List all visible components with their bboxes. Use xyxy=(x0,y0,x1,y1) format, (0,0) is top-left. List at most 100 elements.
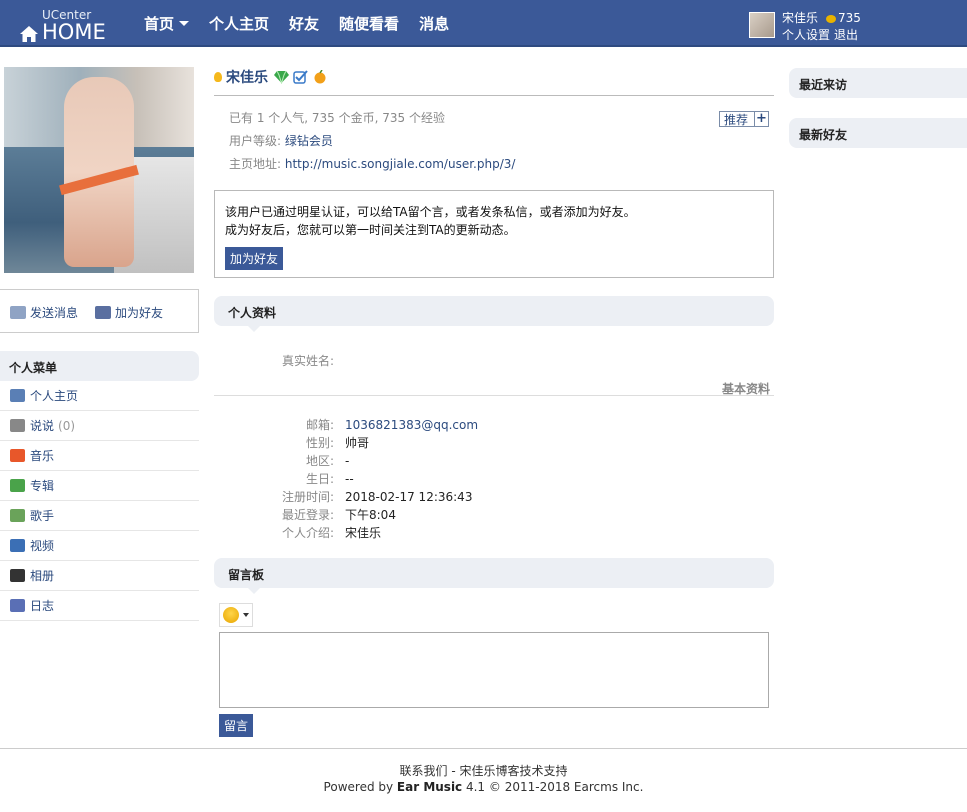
logout-link[interactable]: 退出 xyxy=(834,28,858,42)
divider xyxy=(214,95,774,96)
menu-item-photos[interactable]: 相册 xyxy=(0,561,199,591)
logo-home-text: HOME xyxy=(42,20,106,44)
menu-item-label: 说说 xyxy=(30,419,55,433)
section-title-label: 个人资料 xyxy=(228,306,277,320)
field-register-time: 注册时间: 2018-02-17 12:36:43 xyxy=(214,488,473,505)
profile-actions: 发送消息 加为好友 xyxy=(0,289,199,333)
menu-item-music[interactable]: 音乐 xyxy=(0,441,199,471)
avatar[interactable] xyxy=(749,12,775,38)
homepage-link[interactable]: http://music.songjiale.com/user.php/3/ xyxy=(285,157,516,171)
recommend-button[interactable]: 推荐 + xyxy=(719,111,769,127)
ucenter-home-logo[interactable]: UCenter HOME xyxy=(19,8,139,44)
chevron-down-icon xyxy=(179,21,190,26)
profile-stats: 已有 1 个人气, 735 个金币, 735 个经验 xyxy=(229,111,445,125)
home-icon xyxy=(10,389,25,402)
personal-info-title: 个人资料 xyxy=(214,296,774,332)
product-name[interactable]: Ear Music xyxy=(397,780,462,794)
add-friend-link[interactable]: 加为好友 xyxy=(95,304,163,321)
footer-links: 联系我们 - 宋佳乐博客技术支持 xyxy=(0,762,967,779)
add-friend-icon xyxy=(95,306,111,319)
send-message-label: 发送消息 xyxy=(30,306,79,320)
nav-browse[interactable]: 随便看看 xyxy=(339,13,399,34)
send-message-button[interactable]: 发送消息 xyxy=(10,304,78,321)
footer-divider xyxy=(0,748,967,749)
field-birthday: 生日: -- xyxy=(214,470,354,487)
nav-messages[interactable]: 消息 xyxy=(419,13,449,34)
verified-notice: 该用户已通过明星认证，可以给TA留个言，或者发条私信，或者添加为好友。 成为好友… xyxy=(214,190,774,278)
nav-home[interactable]: 首页 xyxy=(144,13,190,34)
nav-friends[interactable]: 好友 xyxy=(289,13,319,34)
field-value: -- xyxy=(345,472,354,486)
powered-prefix: Powered by xyxy=(323,780,397,794)
contact-link[interactable]: 联系我们 xyxy=(400,764,448,778)
video-icon xyxy=(10,539,25,552)
field-label: 生日: xyxy=(305,472,334,486)
guestbook-textarea[interactable] xyxy=(219,632,769,708)
field-label: 真实姓名: xyxy=(281,354,334,368)
menu-item-home[interactable]: 个人主页 xyxy=(0,381,199,411)
top-header: UCenter HOME 首页 个人主页 好友 随便看看 消息 宋佳乐 735 个… xyxy=(0,0,967,47)
menu-item-status[interactable]: 说说 (0) xyxy=(0,411,199,441)
camera-icon xyxy=(10,569,25,582)
chevron-down-icon xyxy=(243,613,249,617)
diamond-icon xyxy=(274,70,289,84)
journal-icon xyxy=(10,599,25,612)
home-icon xyxy=(20,26,38,42)
guestbook-submit-button[interactable]: 留言 xyxy=(219,714,254,737)
profile-avatar-large xyxy=(4,67,194,273)
version-text: 4.1 © 2011-2018 Earcms Inc. xyxy=(462,780,644,794)
user-links: 个人设置 退出 xyxy=(782,26,862,43)
emoji-picker-button[interactable] xyxy=(219,603,253,627)
chat-icon xyxy=(10,419,25,432)
field-value: 下午8:04 xyxy=(345,508,396,522)
guestbook-title: 留言板 xyxy=(214,558,774,594)
footer-powered: Powered by Ear Music 4.1 © 2011-2018 Ear… xyxy=(0,780,967,794)
level-link[interactable]: 绿钻会员 xyxy=(285,134,333,148)
music-icon xyxy=(10,449,25,462)
user-coins: 735 xyxy=(838,11,861,25)
email-link[interactable]: 1036821383@qq.com xyxy=(345,418,478,432)
singer-icon xyxy=(10,509,25,522)
notice-line-2: 成为好友后，您就可以第一时间关注到TA的更新动态。 xyxy=(225,223,516,237)
fruit-icon xyxy=(314,70,326,84)
field-realname: 真实姓名: xyxy=(214,352,334,369)
nav-friends-label: 好友 xyxy=(289,15,320,33)
field-value: 2018-02-17 12:36:43 xyxy=(345,490,473,504)
footer-dash: - xyxy=(447,764,460,778)
add-friend-button[interactable]: 加为好友 xyxy=(225,247,284,270)
profile-name[interactable]: 宋佳乐 xyxy=(226,67,268,87)
smiley-icon xyxy=(223,607,239,623)
field-label: 邮箱: xyxy=(305,418,334,432)
recommend-label: 推荐 xyxy=(724,112,749,127)
field-region: 地区: - xyxy=(214,452,349,469)
divider xyxy=(214,395,774,396)
new-friends-title: 最新好友 xyxy=(789,118,967,148)
personal-menu: 个人主页 说说 (0) 音乐 专辑 歌手 视频 相册 日志 xyxy=(0,381,199,621)
settings-link[interactable]: 个人设置 xyxy=(782,28,830,42)
bulb-icon xyxy=(214,72,222,82)
recent-visitors-title: 最近来访 xyxy=(789,68,967,98)
nav-home-label: 首页 xyxy=(144,15,175,33)
menu-item-video[interactable]: 视频 xyxy=(0,531,199,561)
nav-profile[interactable]: 个人主页 xyxy=(209,13,269,34)
menu-item-label: 个人主页 xyxy=(30,389,79,403)
field-label: 性别: xyxy=(305,436,334,450)
notice-line-1: 该用户已通过明星认证，可以给TA留个言，或者发条私信，或者添加为好友。 xyxy=(225,205,636,219)
support-link[interactable]: 宋佳乐博客技术支持 xyxy=(459,764,567,778)
profile-homepage: 主页地址: http://music.songjiale.com/user.ph… xyxy=(229,155,515,172)
menu-item-count: (0) xyxy=(58,418,76,433)
menu-item-journal[interactable]: 日志 xyxy=(0,591,199,621)
menu-item-label: 相册 xyxy=(30,569,55,583)
menu-item-album[interactable]: 专辑 xyxy=(0,471,199,501)
field-last-login: 最近登录: 下午8:04 xyxy=(214,506,396,523)
profile-name-row: 宋佳乐 xyxy=(214,67,331,87)
level-label: 用户等级: xyxy=(229,134,282,148)
user-name-line: 宋佳乐 735 xyxy=(782,9,861,26)
field-value: 帅哥 xyxy=(345,436,370,450)
field-label: 个人介绍: xyxy=(281,526,334,540)
menu-item-singer[interactable]: 歌手 xyxy=(0,501,199,531)
verified-icon xyxy=(293,70,308,84)
nav-profile-label: 个人主页 xyxy=(209,15,270,33)
field-label: 最近登录: xyxy=(281,508,334,522)
user-name[interactable]: 宋佳乐 xyxy=(782,11,818,25)
